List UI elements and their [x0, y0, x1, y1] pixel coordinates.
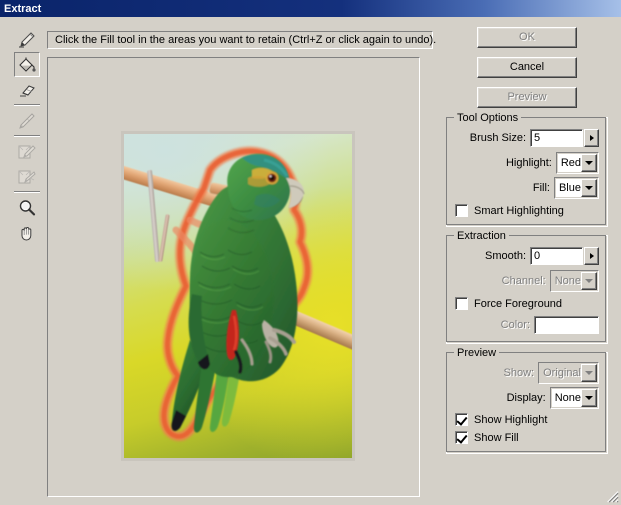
fill-value[interactable]: Blue	[555, 178, 581, 197]
eraser-tool[interactable]	[14, 77, 40, 102]
title-bar[interactable]: Extract	[0, 0, 621, 17]
brush-size-popup-button[interactable]	[584, 128, 599, 147]
display-select[interactable]: None	[549, 386, 599, 409]
chevron-down-icon	[585, 160, 593, 165]
cleanup-tool	[14, 139, 40, 164]
paint-bucket-icon	[17, 56, 37, 74]
tool-separator-1	[14, 104, 40, 106]
ok-button[interactable]: OK	[477, 27, 577, 48]
tool-palette	[12, 27, 42, 245]
hand-icon	[17, 224, 37, 242]
zoom-tool[interactable]	[14, 195, 40, 220]
parrot-photo	[124, 134, 352, 458]
edge-touchup-icon	[17, 168, 37, 186]
display-value[interactable]: None	[551, 388, 581, 407]
photo-frame	[121, 131, 355, 461]
hint-bar: Click the Fill tool in the areas you wan…	[47, 31, 437, 49]
preview-group: Preview Show: Original Display: None Sho…	[446, 347, 608, 454]
highlight-dropdown-button[interactable]	[581, 153, 597, 172]
extract-dialog: Extract Click the Fill tool in the areas…	[0, 0, 621, 505]
brush-size-input[interactable]: 5	[530, 128, 583, 147]
show-highlight-label: Show Highlight	[474, 413, 548, 426]
channel-select: None	[549, 269, 599, 292]
chevron-down-icon	[585, 185, 593, 190]
canvas-inner	[48, 58, 419, 496]
color-label: Color:	[500, 318, 530, 331]
dialog-body: Click the Fill tool in the areas you wan…	[0, 17, 621, 505]
show-highlight-row[interactable]: Show Highlight	[455, 413, 599, 426]
show-select: Original	[538, 361, 599, 384]
show-fill-label: Show Fill	[474, 431, 519, 444]
channel-dropdown-button	[581, 271, 597, 290]
edge-highlighter-icon	[17, 31, 37, 49]
fill-row: Fill: Blue	[455, 176, 599, 199]
tool-options-title: Tool Options	[454, 112, 522, 124]
chevron-down-icon	[585, 278, 593, 283]
tool-separator-2	[14, 135, 40, 137]
preview-button[interactable]: Preview	[477, 87, 577, 108]
color-row: Color:	[455, 315, 599, 334]
options-panel: OK Cancel Preview Tool Options Brush Siz…	[443, 27, 611, 462]
force-foreground-label: Force Foreground	[474, 297, 563, 310]
parrot-figure	[124, 134, 352, 458]
chevron-down-icon	[585, 395, 593, 400]
fill-select[interactable]: Blue	[553, 176, 599, 199]
eraser-icon	[17, 82, 37, 98]
cleanup-icon	[17, 143, 37, 161]
highlight-value[interactable]: Red	[557, 153, 581, 172]
edge-touchup-tool	[14, 164, 40, 189]
show-label: Show:	[503, 366, 535, 379]
smart-highlighting-checkbox[interactable]	[455, 204, 468, 217]
smooth-label: Smooth:	[485, 249, 526, 262]
extraction-group: Extraction Smooth: 0 Channel: None Force…	[446, 230, 608, 344]
image-canvas[interactable]	[47, 57, 420, 497]
show-fill-checkbox[interactable]	[455, 431, 468, 444]
highlight-row: Highlight: Red	[455, 151, 599, 174]
display-label: Display:	[506, 391, 546, 404]
show-highlight-checkbox[interactable]	[455, 413, 468, 426]
show-row: Show: Original	[455, 361, 599, 384]
force-foreground-row[interactable]: Force Foreground	[455, 297, 599, 310]
tool-options-group: Tool Options Brush Size: 5 Highlight: Re…	[446, 112, 608, 227]
brush-size-row: Brush Size: 5	[455, 128, 599, 147]
smooth-input[interactable]: 0	[530, 246, 583, 265]
display-row: Display: None	[455, 386, 599, 409]
eyedropper-tool	[14, 108, 40, 133]
highlight-label: Highlight:	[505, 156, 552, 169]
fill-dropdown-button[interactable]	[581, 178, 597, 197]
smart-highlighting-label: Smart Highlighting	[474, 204, 564, 217]
tool-separator-3	[14, 191, 40, 193]
smooth-popup-button[interactable]	[584, 246, 599, 265]
window-title: Extract	[4, 2, 42, 15]
fill-label: Fill:	[532, 181, 550, 194]
brush-size-label: Brush Size:	[469, 131, 526, 144]
show-value: Original	[540, 363, 581, 382]
force-foreground-checkbox[interactable]	[455, 297, 468, 310]
cancel-button[interactable]: Cancel	[477, 57, 577, 78]
channel-value: None	[551, 271, 581, 290]
highlight-select[interactable]: Red	[555, 151, 599, 174]
smooth-stepper[interactable]: 0	[530, 246, 599, 265]
hand-tool[interactable]	[14, 220, 40, 245]
channel-label: Channel:	[501, 274, 546, 287]
foreground-color-swatch	[534, 315, 599, 334]
chevron-down-icon	[585, 370, 593, 375]
preview-title: Preview	[454, 347, 500, 359]
smooth-row: Smooth: 0	[455, 246, 599, 265]
smart-highlighting-row[interactable]: Smart Highlighting	[455, 204, 599, 217]
edge-highlighter-tool[interactable]	[14, 27, 40, 52]
brush-size-stepper[interactable]: 5	[530, 128, 599, 147]
hint-text: Click the Fill tool in the areas you wan…	[55, 34, 437, 46]
magnifier-icon	[17, 199, 37, 217]
display-dropdown-button[interactable]	[581, 388, 597, 407]
chevron-right-icon	[589, 134, 594, 141]
fill-tool[interactable]	[14, 52, 40, 77]
eyedropper-icon	[17, 112, 37, 130]
show-fill-row[interactable]: Show Fill	[455, 431, 599, 444]
chevron-right-icon	[589, 252, 594, 259]
show-dropdown-button	[581, 363, 597, 382]
resize-grip[interactable]	[605, 489, 619, 503]
extraction-title: Extraction	[454, 230, 509, 242]
channel-row: Channel: None	[455, 269, 599, 292]
